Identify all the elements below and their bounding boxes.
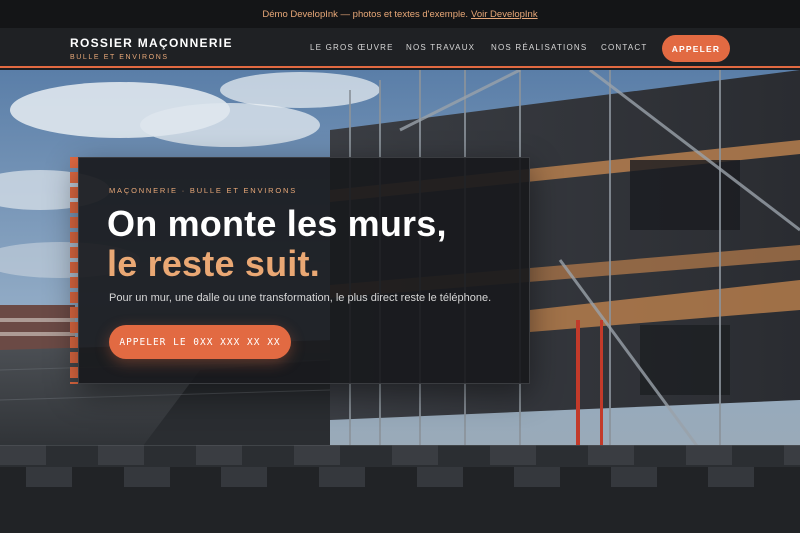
header-call-button[interactable]: APPELER bbox=[662, 35, 730, 62]
hero-card: MAÇONNERIE · BULLE ET ENVIRONS On monte … bbox=[78, 157, 530, 384]
hero-card-accent-stripe bbox=[70, 157, 78, 384]
hero-call-button[interactable]: APPELER LE 0XX XXX XX XX bbox=[109, 325, 291, 359]
nav-link-nos-travaux[interactable]: NOS TRAVAUX bbox=[406, 43, 475, 52]
nav-link-gros-oeuvre[interactable]: LE GROS ŒUVRE bbox=[310, 43, 394, 52]
hero-headline-line2: le reste suit. bbox=[107, 243, 320, 284]
brand-logo[interactable]: ROSSIER MAÇONNERIE BULLE ET ENVIRONS bbox=[70, 36, 233, 61]
demo-notice-link[interactable]: Voir DevelopInk bbox=[471, 9, 538, 20]
brand-name: ROSSIER MAÇONNERIE bbox=[70, 36, 233, 50]
nav-link-contact[interactable]: CONTACT bbox=[601, 43, 647, 52]
hero-lead-text: Pour un mur, une dalle ou une transforma… bbox=[109, 292, 492, 304]
site-header: ROSSIER MAÇONNERIE BULLE ET ENVIRONS LE … bbox=[0, 28, 800, 68]
hero-headline-line1: On monte les murs, bbox=[107, 203, 447, 244]
brand-tagline: BULLE ET ENVIRONS bbox=[70, 54, 169, 61]
demo-notice-text: Démo DevelopInk — photos et textes d'exe… bbox=[262, 8, 469, 20]
demo-notice-bar: Démo DevelopInk — photos et textes d'exe… bbox=[0, 0, 800, 28]
brick-pattern-band bbox=[0, 445, 800, 533]
hero-eyebrow: MAÇONNERIE · BULLE ET ENVIRONS bbox=[109, 186, 298, 195]
hero-headline: On monte les murs, le reste suit. bbox=[107, 204, 447, 284]
nav-link-nos-realisations[interactable]: NOS RÉALISATIONS bbox=[491, 43, 587, 52]
